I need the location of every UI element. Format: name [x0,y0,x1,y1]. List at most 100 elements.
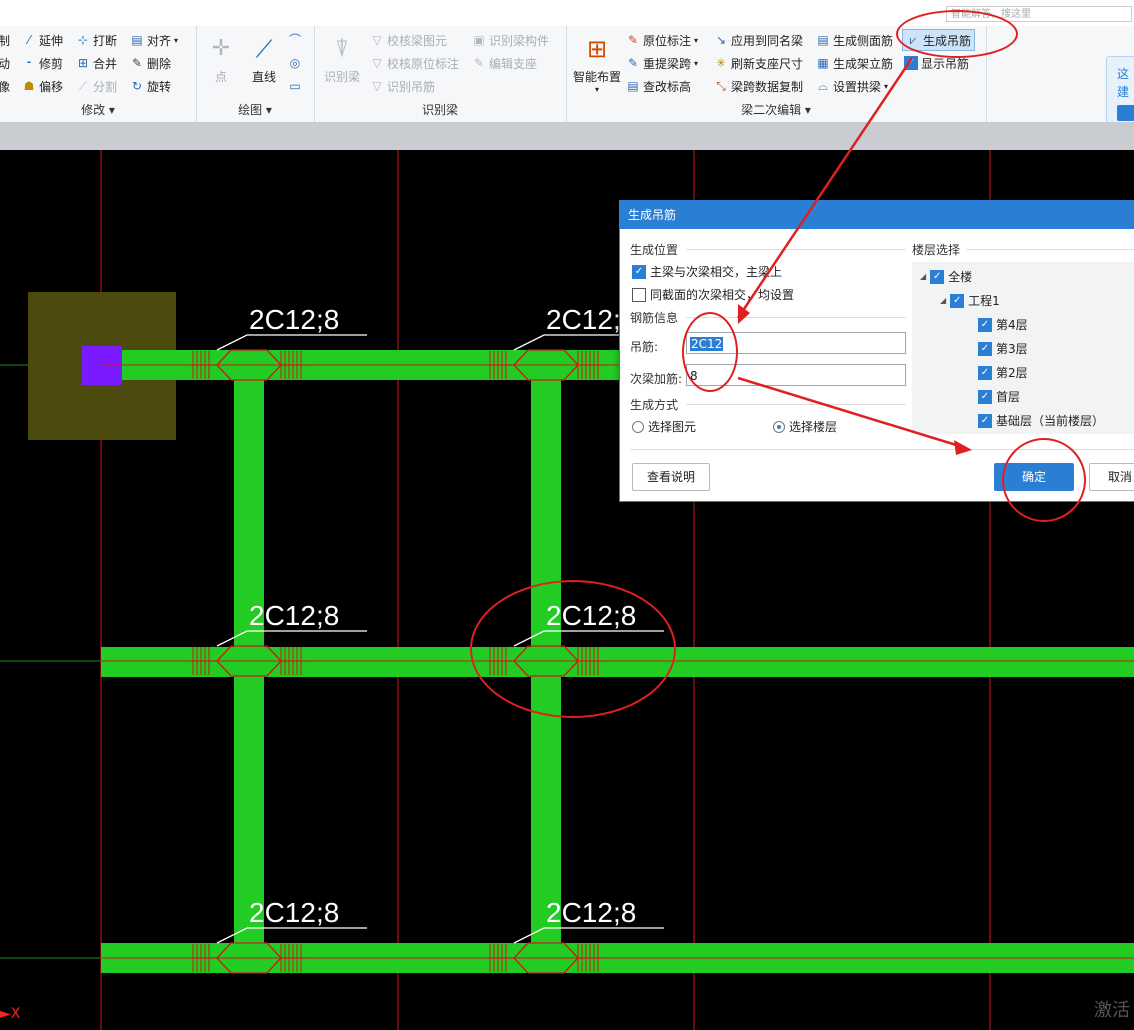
circle-button[interactable]: ◎ [288,53,302,73]
offset-icon: ☗ [23,79,35,93]
opt-main-secondary-checkbox[interactable]: ✓ 主梁与次梁相交，主梁上 [632,263,782,280]
tree-item-foundation[interactable]: ✓ 基础层（当前楼层） [978,412,1104,429]
tree-item-floor3[interactable]: ✓ 第3层 [978,340,1028,357]
mirror-button[interactable]: 像 [0,76,10,96]
smart-layout-button[interactable]: ⊞ 智能布置 ▾ [570,34,624,94]
edit-support-button[interactable]: ✎ 编辑支座 [472,53,537,73]
checkbox-checked-icon: ✓ [632,264,646,279]
offset-label: 偏移 [39,79,64,94]
check-annotation-button[interactable]: ▽ 校核原位标注 [370,53,459,73]
view-help-button[interactable]: 查看说明 [632,463,710,491]
merge-button[interactable]: ⊞ 合并 [76,53,117,73]
gen-side-rebar-button[interactable]: ▤ 生成侧面筋 [816,30,893,50]
tree-expand-icon: ◢ [940,296,947,305]
reextract-span-button[interactable]: ✎ 重提梁跨 ▾ [626,53,698,73]
group-identify-beam: ⍒ 识别梁 ▽ 校核梁图元 ▽ 校核原位标注 ▽ 识别吊筋 ▣ 识别梁构件 ✎ 编辑支座 识… [314,26,567,122]
rebar-label[interactable]: 2C12;8 [249,600,339,631]
checkbox-checked-icon: ✓ [978,365,992,380]
gen-stand-rebar-button[interactable]: ▦ 生成架立筋 [816,53,893,73]
apply-icon: ↘ [715,33,727,47]
check-beam-elements-button[interactable]: ▽ 校核梁图元 [370,30,447,50]
activation-watermark: 激活 [1094,1000,1130,1021]
method-select-floor-radio[interactable]: 选择楼层 [773,418,837,435]
point-button[interactable]: ✛ 点 [206,34,236,85]
align-button[interactable]: ▤ 对齐 ▾ [130,30,178,50]
component-icon: ▣ [473,33,485,47]
divider [966,249,1134,250]
checkbox-checked-icon: ✓ [904,56,918,70]
opt-same-section-checkbox[interactable]: ✓ 同截面的次梁相交，均设置 [632,286,794,303]
align-icon: ▤ [131,33,143,47]
elevation-icon: ▤ [627,79,639,93]
checkbox-checked-icon: ✓ [950,293,965,308]
delete-button[interactable]: ✎ 删除 [130,53,171,73]
delete-icon: ✎ [131,56,143,70]
copy-span-data-button[interactable]: ⤡ 梁跨数据复制 [714,76,803,96]
checkbox-unchecked-icon: ✓ [632,287,646,302]
checkbox-checked-icon: ✓ [978,413,992,428]
annotation-circle [1002,438,1086,522]
radio-off-icon [632,420,644,433]
edit-icon: ✎ [473,56,485,70]
offset-button[interactable]: ☗ 偏移 [22,76,63,96]
funnel-icon: ⍒ [334,35,350,63]
identify-beam-component-button[interactable]: ▣ 识别梁构件 [472,30,549,50]
line-button[interactable]: ⟋ 直线 [246,34,282,85]
trim-label: 修剪 [39,56,64,71]
notif-text-2: 建 [1117,85,1130,99]
side-rebar-icon: ▤ [817,33,829,47]
trim-button[interactable]: ⁃ 修剪 [22,53,63,73]
split-icon: ⟋ [78,79,88,93]
notif-button[interactable] [1117,105,1134,121]
stand-rebar-icon: ▦ [817,56,829,70]
merge-label: 合并 [93,56,118,71]
group-secondary-label: 梁二次编辑 ▾ [741,103,811,117]
rebar-label[interactable]: 2C12;8 [249,304,339,335]
mirror-label: 像 [0,79,11,94]
method-section-title: 生成方式 [630,398,679,412]
move-label: 动 [0,56,11,71]
group-draw: ✛ 点 ⟋ 直线 ⌒ ◎ ▭ 绘图 ▾ [196,26,315,122]
cancel-button[interactable]: 取消 [1089,463,1134,491]
copy-button[interactable]: 制 [0,30,10,50]
group-draw-label: 绘图 ▾ [238,103,272,117]
merge-icon: ⊞ [77,56,89,70]
identify-beam-button[interactable]: ⍒ 识别梁 [322,34,362,85]
chevron-down-icon: ▾ [174,35,179,45]
tree-item-floor1[interactable]: ✓ 首层 [978,388,1020,405]
arc-button[interactable]: ⌒ [288,30,302,50]
rotate-button[interactable]: ↻ 旋转 [130,76,171,96]
move-button[interactable]: 动 [0,53,10,73]
tree-label: 工程1 [968,294,1000,308]
hanger-icon: ▽ [372,79,382,93]
opt-same-section-label: 同截面的次梁相交，均设置 [650,288,795,302]
tree-item-floor4[interactable]: ✓ 第4层 [978,316,1028,333]
rebar-label[interactable]: 2C12;8 [249,897,339,928]
original-annotation-button[interactable]: ✎ 原位标注 ▾ [626,30,698,50]
opt-main-secondary-label: 主梁与次梁相交，主梁上 [650,265,783,279]
method-select-element-radio[interactable]: 选择图元 [632,418,696,435]
rect-button[interactable]: ▭ [288,76,302,96]
tree-label: 第2层 [996,366,1028,380]
set-arch-beam-button[interactable]: ⌓ 设置拱梁 ▾ [816,76,888,96]
floor-section-title: 楼层选择 [912,243,961,257]
hanger-label: 吊筋: [630,340,659,354]
refresh-support-button[interactable]: ✳ 刷新支座尺寸 [714,53,803,73]
rebar-label[interactable]: 2C12;8 [546,897,636,928]
radio-on-icon [773,420,785,433]
split-button[interactable]: ⟋ 分割 [76,76,117,96]
tree-item-all[interactable]: ◢ ✓ 全楼 [920,268,972,285]
apply-same-name-button[interactable]: ↘ 应用到同名梁 [714,30,803,50]
extend-button[interactable]: ⁄ 延伸 [22,30,63,50]
change-elevation-button[interactable]: ▤ 查改标高 [626,76,691,96]
break-button[interactable]: ⊹ 打断 [76,30,117,50]
tree-item-floor2[interactable]: ✓ 第2层 [978,364,1028,381]
tree-item-project[interactable]: ◢ ✓ 工程1 [940,292,1000,309]
dialog-title: 生成吊筋 [620,201,1134,229]
circle-icon: ◎ [289,56,301,70]
identify-hanger-button[interactable]: ▽ 识别吊筋 [370,76,435,96]
group-modify: 制 ⁄ 延伸 ⊹ 打断 ▤ 对齐 ▾ 动 ⁃ 修剪 ⊞ 合并 ✎ 删除 像 ☗ 偏移 ⟋ 分割 ↻… [0,26,197,122]
copy-label: 制 [0,33,11,48]
rotate-label: 旋转 [147,79,172,94]
tree-label: 第4层 [996,318,1028,332]
